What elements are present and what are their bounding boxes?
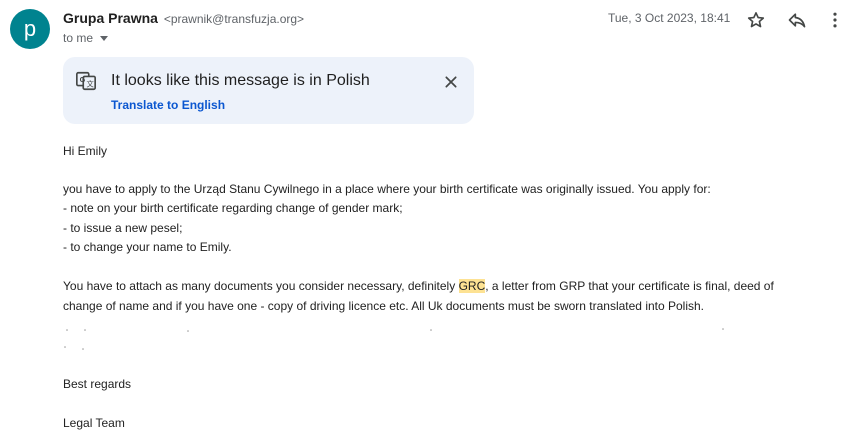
translate-banner: G 文 It looks like this message is in Pol… bbox=[63, 57, 474, 124]
sender-email[interactable]: <prawnik@transfuzja.org> bbox=[164, 12, 304, 26]
closing: Best regards bbox=[63, 377, 132, 391]
redacted-text-fragments bbox=[66, 328, 724, 332]
list-item: - note on your birth certificate regardi… bbox=[63, 201, 403, 215]
list-item: - to change your name to Emily. bbox=[63, 240, 232, 254]
svg-text:文: 文 bbox=[86, 80, 94, 89]
greeting: Hi Emily bbox=[63, 144, 107, 158]
avatar[interactable]: p bbox=[10, 9, 50, 49]
text-segment: , a letter from GRP that your certificat… bbox=[485, 279, 774, 293]
signature: Legal Team bbox=[63, 416, 125, 430]
avatar-letter: p bbox=[23, 16, 37, 41]
translate-message: It looks like this message is in Polish bbox=[111, 72, 370, 89]
sender-line: Grupa Prawna <prawnik@transfuzja.org> bbox=[63, 10, 304, 26]
chevron-down-icon bbox=[100, 36, 109, 41]
recipient-details-toggle[interactable]: to me bbox=[63, 31, 109, 45]
translate-to-english-link[interactable]: Translate to English bbox=[111, 98, 225, 112]
star-button[interactable] bbox=[744, 8, 768, 32]
recipient-label: to me bbox=[63, 31, 94, 45]
redacted-text-fragments bbox=[64, 346, 84, 350]
reply-button[interactable] bbox=[785, 8, 809, 32]
translate-icon: G 文 bbox=[76, 71, 96, 91]
more-options-button[interactable] bbox=[823, 8, 847, 32]
svg-text:G: G bbox=[80, 75, 86, 84]
text-segment: You have to attach as many documents you… bbox=[63, 279, 459, 293]
paragraph2-line2: change of name and if you have one - cop… bbox=[63, 299, 705, 313]
star-icon bbox=[747, 12, 765, 28]
more-vert-icon bbox=[833, 12, 837, 28]
paragraph2-line1: You have to attach as many documents you… bbox=[63, 278, 774, 294]
sender-name[interactable]: Grupa Prawna bbox=[63, 10, 158, 26]
reply-icon bbox=[788, 13, 806, 28]
message-date: Tue, 3 Oct 2023, 18:41 bbox=[608, 11, 731, 25]
highlighted-term: GRC bbox=[458, 279, 486, 293]
close-translate-button[interactable] bbox=[439, 70, 463, 94]
list-item: - to issue a new pesel; bbox=[63, 221, 183, 235]
close-icon bbox=[445, 76, 457, 88]
paragraph1-intro: you have to apply to the Urząd Stanu Cyw… bbox=[63, 182, 711, 196]
